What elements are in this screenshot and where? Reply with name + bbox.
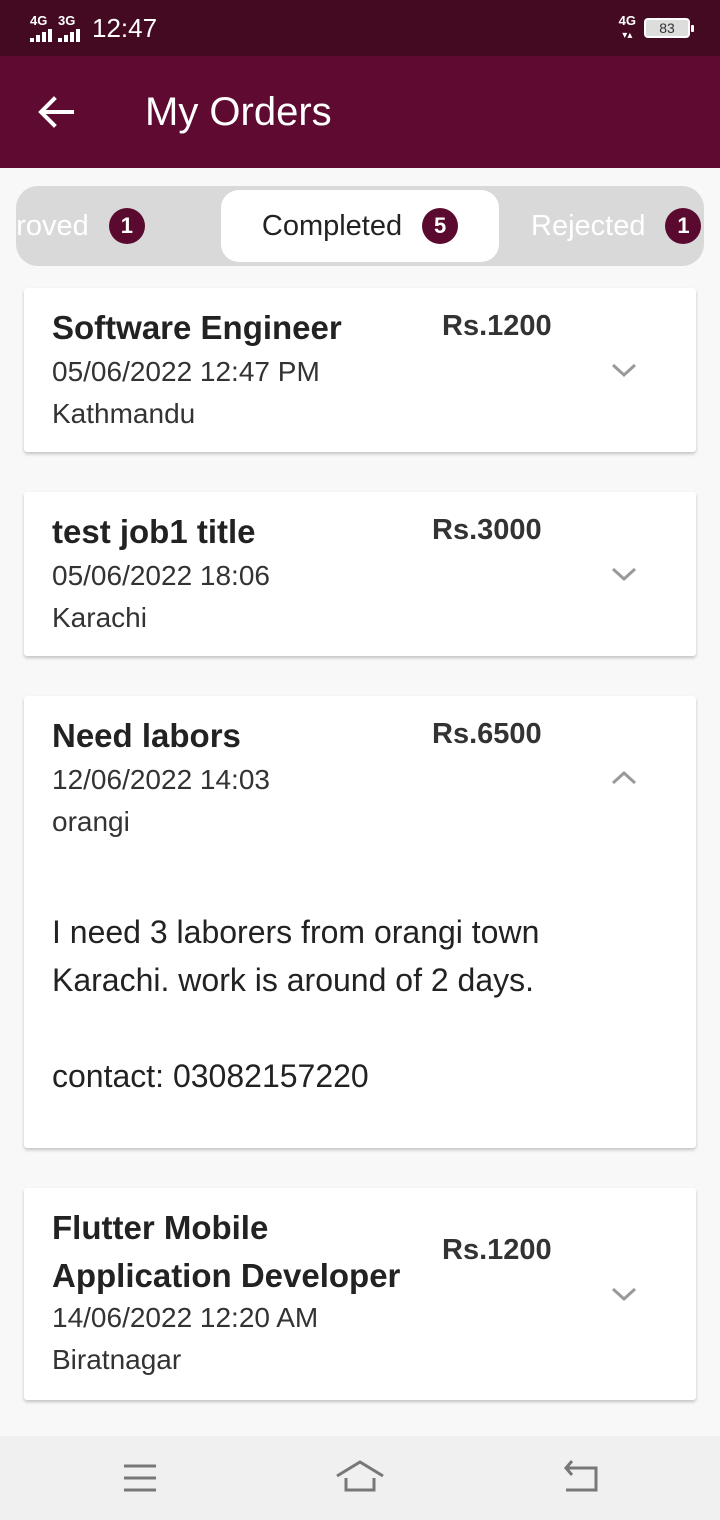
order-description: I need 3 laborers from orangi town Karac… — [52, 908, 672, 1100]
chevron-down-icon[interactable] — [610, 1286, 638, 1302]
order-card[interactable]: test job1 title 05/06/2022 18:06 Karachi… — [24, 492, 696, 656]
order-contact: contact: 03082157220 — [52, 1058, 369, 1094]
order-date: 12/06/2022 14:03 — [52, 764, 270, 795]
order-date: 14/06/2022 12:20 AM — [52, 1302, 319, 1333]
battery-icon: 83 — [644, 18, 694, 38]
battery-level: 83 — [659, 20, 675, 36]
order-title: Flutter Mobile Application Developer — [52, 1204, 400, 1300]
description-line: Karachi. work is around of 2 days. — [52, 962, 535, 998]
tab-rejected[interactable]: Rejected 1 — [531, 190, 702, 262]
order-location: Biratnagar — [52, 1344, 182, 1375]
back-icon[interactable] — [560, 1456, 600, 1500]
order-title: Need labors — [52, 717, 241, 754]
tab-label: Rejected — [531, 209, 646, 242]
tab-label: pproved — [16, 209, 89, 242]
order-card[interactable]: Flutter Mobile Application Developer 14/… — [24, 1188, 696, 1400]
order-date: 05/06/2022 12:47 PM — [52, 356, 320, 387]
order-price: Rs.6500 — [432, 718, 542, 750]
order-title: test job1 title — [52, 513, 256, 550]
order-card-expanded[interactable]: Need labors 12/06/2022 14:03 orangi Rs.6… — [24, 696, 696, 1148]
signal-sim1-icon: 4G — [30, 14, 52, 42]
order-price: Rs.1200 — [442, 1234, 552, 1266]
back-button[interactable] — [0, 56, 112, 168]
arrow-left-icon — [38, 96, 74, 128]
order-card[interactable]: Software Engineer 05/06/2022 12:47 PM Ka… — [24, 288, 696, 452]
order-location: orangi — [52, 806, 130, 837]
network-indicator: 4G ▾▴ — [618, 13, 636, 41]
menu-icon[interactable] — [122, 1456, 158, 1500]
order-price: Rs.3000 — [432, 514, 542, 546]
status-bar: 4G 3G 12:47 4G ▾▴ 83 — [0, 0, 720, 56]
signal-sim2-icon: 3G — [58, 14, 80, 42]
chevron-down-icon[interactable] — [610, 566, 638, 582]
order-location: Karachi — [52, 602, 147, 633]
count-badge: 1 — [665, 208, 702, 244]
page-title: My Orders — [145, 89, 332, 134]
system-navigation-bar — [0, 1436, 720, 1520]
tab-label: Completed — [261, 209, 403, 242]
order-title-line: Flutter Mobile — [52, 1209, 269, 1246]
order-price: Rs.1200 — [442, 310, 552, 342]
chevron-up-icon[interactable] — [610, 770, 638, 786]
order-status-tabs: pproved 1 Completed 5 Rejected 1 — [16, 186, 704, 266]
home-icon[interactable] — [334, 1456, 386, 1500]
tab-completed[interactable]: Completed 5 — [221, 190, 499, 262]
order-title: Software Engineer — [52, 309, 342, 346]
tab-approved[interactable]: pproved 1 — [16, 190, 145, 262]
order-title-line: Application Developer — [52, 1257, 401, 1294]
status-time: 12:47 — [92, 12, 158, 43]
chevron-down-icon[interactable] — [610, 362, 638, 378]
count-badge: 1 — [108, 208, 145, 244]
order-location: Kathmandu — [52, 398, 196, 429]
description-line: I need 3 laborers from orangi town — [52, 914, 540, 950]
app-bar: My Orders — [0, 56, 720, 168]
order-date: 05/06/2022 18:06 — [52, 560, 270, 591]
count-badge: 5 — [422, 208, 459, 244]
